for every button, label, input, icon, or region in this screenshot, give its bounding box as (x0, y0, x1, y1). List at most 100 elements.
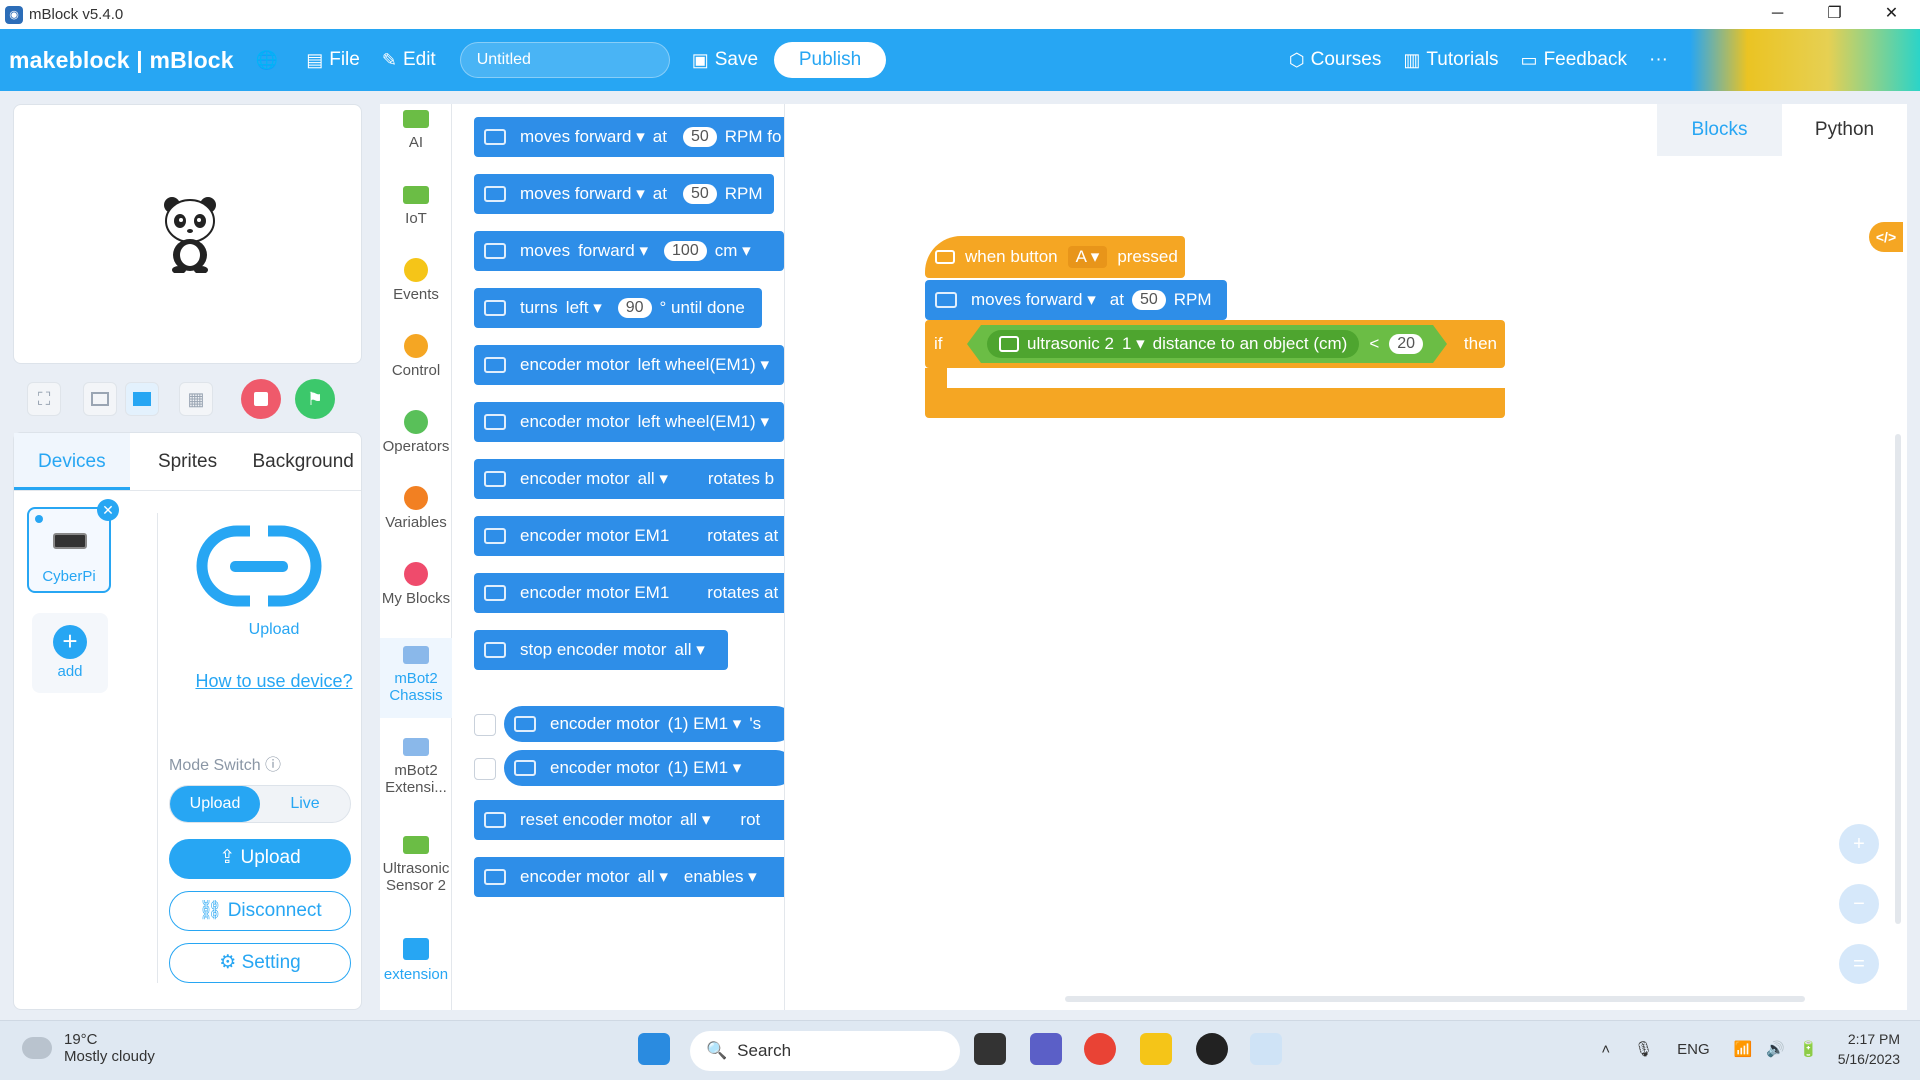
block-dropdown[interactable]: (1) EM1 ▾ (668, 714, 742, 734)
category-iot[interactable]: IoT (380, 186, 452, 227)
script-workspace[interactable]: Blocks Python </> when button A ▾ presse… (785, 104, 1907, 1010)
zoom-out-button[interactable]: − (1839, 884, 1879, 924)
project-title-input[interactable]: Untitled (459, 42, 670, 78)
mode-toggle[interactable]: Upload Live (169, 785, 351, 823)
teams-chat-icon[interactable] (1030, 1033, 1062, 1065)
minimize-button[interactable]: ─ (1749, 0, 1806, 29)
category-operators[interactable]: Operators (380, 410, 452, 455)
block-input[interactable]: 100 (664, 241, 707, 261)
grid-button[interactable]: ▦ (179, 382, 213, 416)
horizontal-scrollbar[interactable] (1065, 996, 1805, 1002)
windows-start-icon[interactable] (638, 1033, 670, 1065)
category-ai[interactable]: AI (380, 110, 452, 151)
zoom-in-button[interactable]: + (1839, 824, 1879, 864)
remove-device-button[interactable]: ✕ (97, 499, 119, 521)
category-control[interactable]: Control (380, 334, 452, 379)
block-dropdown[interactable]: left ▾ (566, 298, 602, 318)
block-dropdown[interactable]: forward ▾ (578, 241, 648, 261)
close-window-button[interactable]: ✕ (1863, 0, 1920, 29)
block-input[interactable]: 90 (617, 298, 652, 318)
app-icon[interactable] (1196, 1033, 1228, 1065)
category-variables[interactable]: Variables (380, 486, 452, 531)
feedback-button[interactable]: ▭ Feedback (1521, 49, 1627, 71)
publish-button[interactable]: Publish (774, 42, 887, 78)
mblock-taskbar-icon[interactable] (1250, 1033, 1282, 1065)
upload-button[interactable]: ⇪ Upload (169, 839, 351, 879)
courses-button[interactable]: ⬡ Courses (1289, 49, 1381, 71)
volume-icon[interactable]: 🔊 (1766, 1040, 1785, 1058)
disconnect-button[interactable]: ⛓ Disconnect (169, 891, 351, 931)
block-encoder-motor-em1-rotates-at-2[interactable]: encoder motor EM1 rotates at (474, 573, 784, 613)
zoom-reset-button[interactable]: = (1839, 944, 1879, 984)
block-dropdown[interactable]: all ▾ (638, 867, 668, 887)
clock[interactable]: 2:17 PM 5/16/2023 (1838, 1029, 1900, 1069)
panda-sprite[interactable] (162, 195, 218, 273)
file-explorer-icon[interactable] (1140, 1033, 1172, 1065)
help-icon[interactable]: ⓘ (265, 757, 281, 774)
reporter-encoder-motor[interactable]: encoder motor (1) EM1 ▾ (504, 750, 784, 786)
threshold-input[interactable]: 20 (1389, 334, 1423, 354)
mode-live-option[interactable]: Live (260, 786, 350, 822)
taskbar-search[interactable]: 🔍 Search (690, 1031, 960, 1071)
ultrasonic-reporter[interactable]: ultrasonic 2 1 ▾ distance to an object (… (987, 330, 1359, 358)
block-input[interactable]: 50 (682, 184, 717, 204)
category-ultrasonic-sensor-2[interactable]: Ultrasonic Sensor 2 (380, 836, 452, 894)
stage-canvas[interactable] (13, 104, 362, 364)
moves-forward-block[interactable]: moves forward ▾ at 50 RPM (925, 280, 1227, 320)
block-dropdown[interactable]: all ▾ (674, 640, 704, 660)
wifi-icon[interactable]: 📶 (1734, 1040, 1753, 1058)
chrome-icon[interactable] (1084, 1033, 1116, 1065)
block-encoder-motor-1[interactable]: encoder motor left wheel(EM1) ▾ (474, 345, 784, 385)
block-encoder-motor-2[interactable]: encoder motor left wheel(EM1) ▾ (474, 402, 784, 442)
block-dropdown[interactable]: (1) EM1 ▾ (668, 758, 742, 778)
edit-menu[interactable]: ✎ Edit (382, 49, 436, 71)
when-button-pressed-block[interactable]: when button A ▾ pressed (925, 236, 1185, 278)
battery-icon[interactable]: 🔋 (1799, 1040, 1818, 1058)
save-button[interactable]: ▣ Save (692, 49, 758, 71)
restore-button[interactable]: ❐ (1806, 0, 1863, 29)
add-device-button[interactable]: + add (32, 613, 108, 693)
block-dropdown[interactable]: all ▾ (680, 810, 710, 830)
language-globe-button[interactable]: 🌐 (256, 50, 284, 71)
code-toggle-icon[interactable]: </> (1869, 222, 1903, 252)
tab-python[interactable]: Python (1782, 104, 1907, 156)
direction-dropdown[interactable]: moves forward ▾ (971, 290, 1096, 310)
block-encoder-motor-rotates-by[interactable]: encoder motor all ▾ rotates b (474, 459, 784, 499)
vertical-scrollbar[interactable] (1895, 434, 1901, 924)
task-view-icon[interactable] (974, 1033, 1006, 1065)
tab-blocks[interactable]: Blocks (1657, 104, 1782, 156)
file-menu[interactable]: ▤ File (306, 49, 360, 71)
chevron-up-icon[interactable]: ˄ (1601, 1041, 1610, 1058)
port-dropdown[interactable]: 1 ▾ (1122, 334, 1145, 354)
tab-sprites[interactable]: Sprites (130, 433, 246, 490)
microphone-icon[interactable]: 🎙 (1634, 1040, 1653, 1058)
block-moves-distance[interactable]: moves forward ▾ 100 cm ▾ (474, 231, 784, 271)
rpm-input[interactable]: 50 (1131, 290, 1166, 310)
reporter-encoder-motor-speed[interactable]: encoder motor (1) EM1 ▾ 's (504, 706, 784, 742)
if-then-block[interactable]: if ultrasonic 2 1 ▾ distance to an objec… (925, 320, 1505, 368)
block-dropdown[interactable]: left wheel(EM1) ▾ (638, 355, 769, 375)
block-input[interactable]: 50 (682, 127, 717, 147)
tab-devices[interactable]: Devices (14, 433, 130, 490)
stop-button[interactable] (241, 379, 281, 419)
user-avatar-banner[interactable] (1690, 29, 1920, 91)
monitor-checkbox-2[interactable] (474, 758, 496, 780)
small-stage-button[interactable] (83, 382, 117, 416)
category-mbot2-chassis[interactable]: mBot2 Chassis (380, 638, 452, 718)
block-dropdown[interactable]: enables ▾ (684, 867, 757, 887)
block-encoder-motor-em1-rotates-at-1[interactable]: encoder motor EM1 rotates at (474, 516, 784, 556)
block-turns-until-done[interactable]: turns left ▾ 90 ° until done (474, 288, 762, 328)
block-dropdown[interactable]: left wheel(EM1) ▾ (638, 412, 769, 432)
block-stop-encoder-motor[interactable]: stop encoder motor all ▾ (474, 630, 728, 670)
block-encoder-motor-enables[interactable]: encoder motor all ▾ enables ▾ (474, 857, 784, 897)
more-button[interactable]: ··· (1649, 49, 1668, 71)
distance-condition[interactable]: ultrasonic 2 1 ▾ distance to an object (… (967, 325, 1447, 363)
tab-background[interactable]: Background (245, 433, 361, 490)
block-dropdown[interactable]: all ▾ (638, 469, 668, 489)
fullscreen-button[interactable]: ⛶ (27, 382, 61, 416)
setting-button[interactable]: ⚙ Setting (169, 943, 351, 983)
category-mbot2-extension[interactable]: mBot2 Extensi... (380, 738, 452, 796)
block-reset-encoder-motor[interactable]: reset encoder motor all ▾ rot (474, 800, 784, 840)
tutorials-button[interactable]: ▥ Tutorials (1403, 49, 1498, 71)
button-dropdown[interactable]: A ▾ (1067, 246, 1108, 268)
